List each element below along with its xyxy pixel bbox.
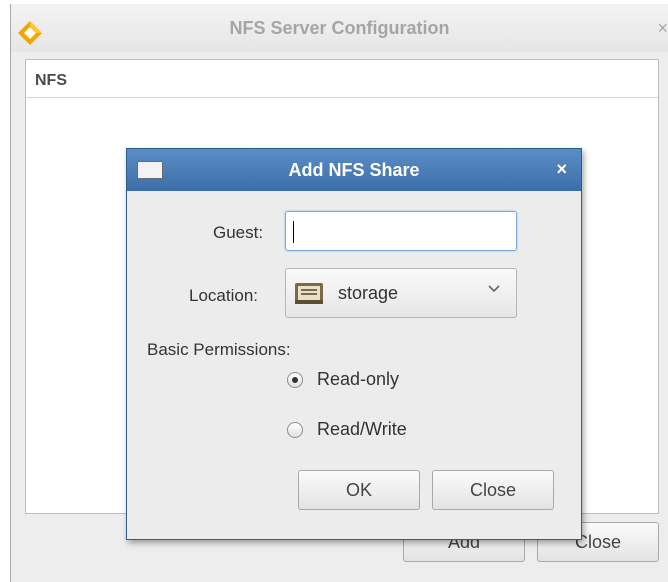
folder-icon [295,283,323,304]
dialog-close-button[interactable]: Close [432,470,554,510]
main-titlebar: NFS Server Configuration × [11,4,668,52]
dialog-titlebar[interactable]: Add NFS Share × [127,149,581,191]
dialog-title: Add NFS Share [288,160,420,180]
radio-button-selected[interactable] [287,372,303,388]
chevron-down-icon [488,285,500,293]
radio-dot [292,377,298,383]
add-nfs-share-dialog: Add NFS Share × Guest: Location: storage… [126,148,582,540]
radio-button[interactable] [287,422,303,438]
nfs-list-header: NFS [26,60,658,98]
radio-read-write-label: Read/Write [317,419,407,439]
text-caret [293,221,294,243]
main-window-title: NFS Server Configuration [229,18,450,38]
permissions-label: Basic Permissions: [147,340,291,359]
guest-label: Guest: [213,223,264,242]
main-close-icon[interactable]: × [657,18,668,39]
radio-read-only-label: Read-only [317,369,400,389]
location-value: storage [338,283,399,303]
ok-button[interactable]: OK [298,470,420,510]
dialog-close-icon[interactable]: × [556,159,567,180]
location-label: Location: [189,286,258,305]
location-select[interactable]: storage [285,268,517,318]
guest-input[interactable] [285,211,517,251]
